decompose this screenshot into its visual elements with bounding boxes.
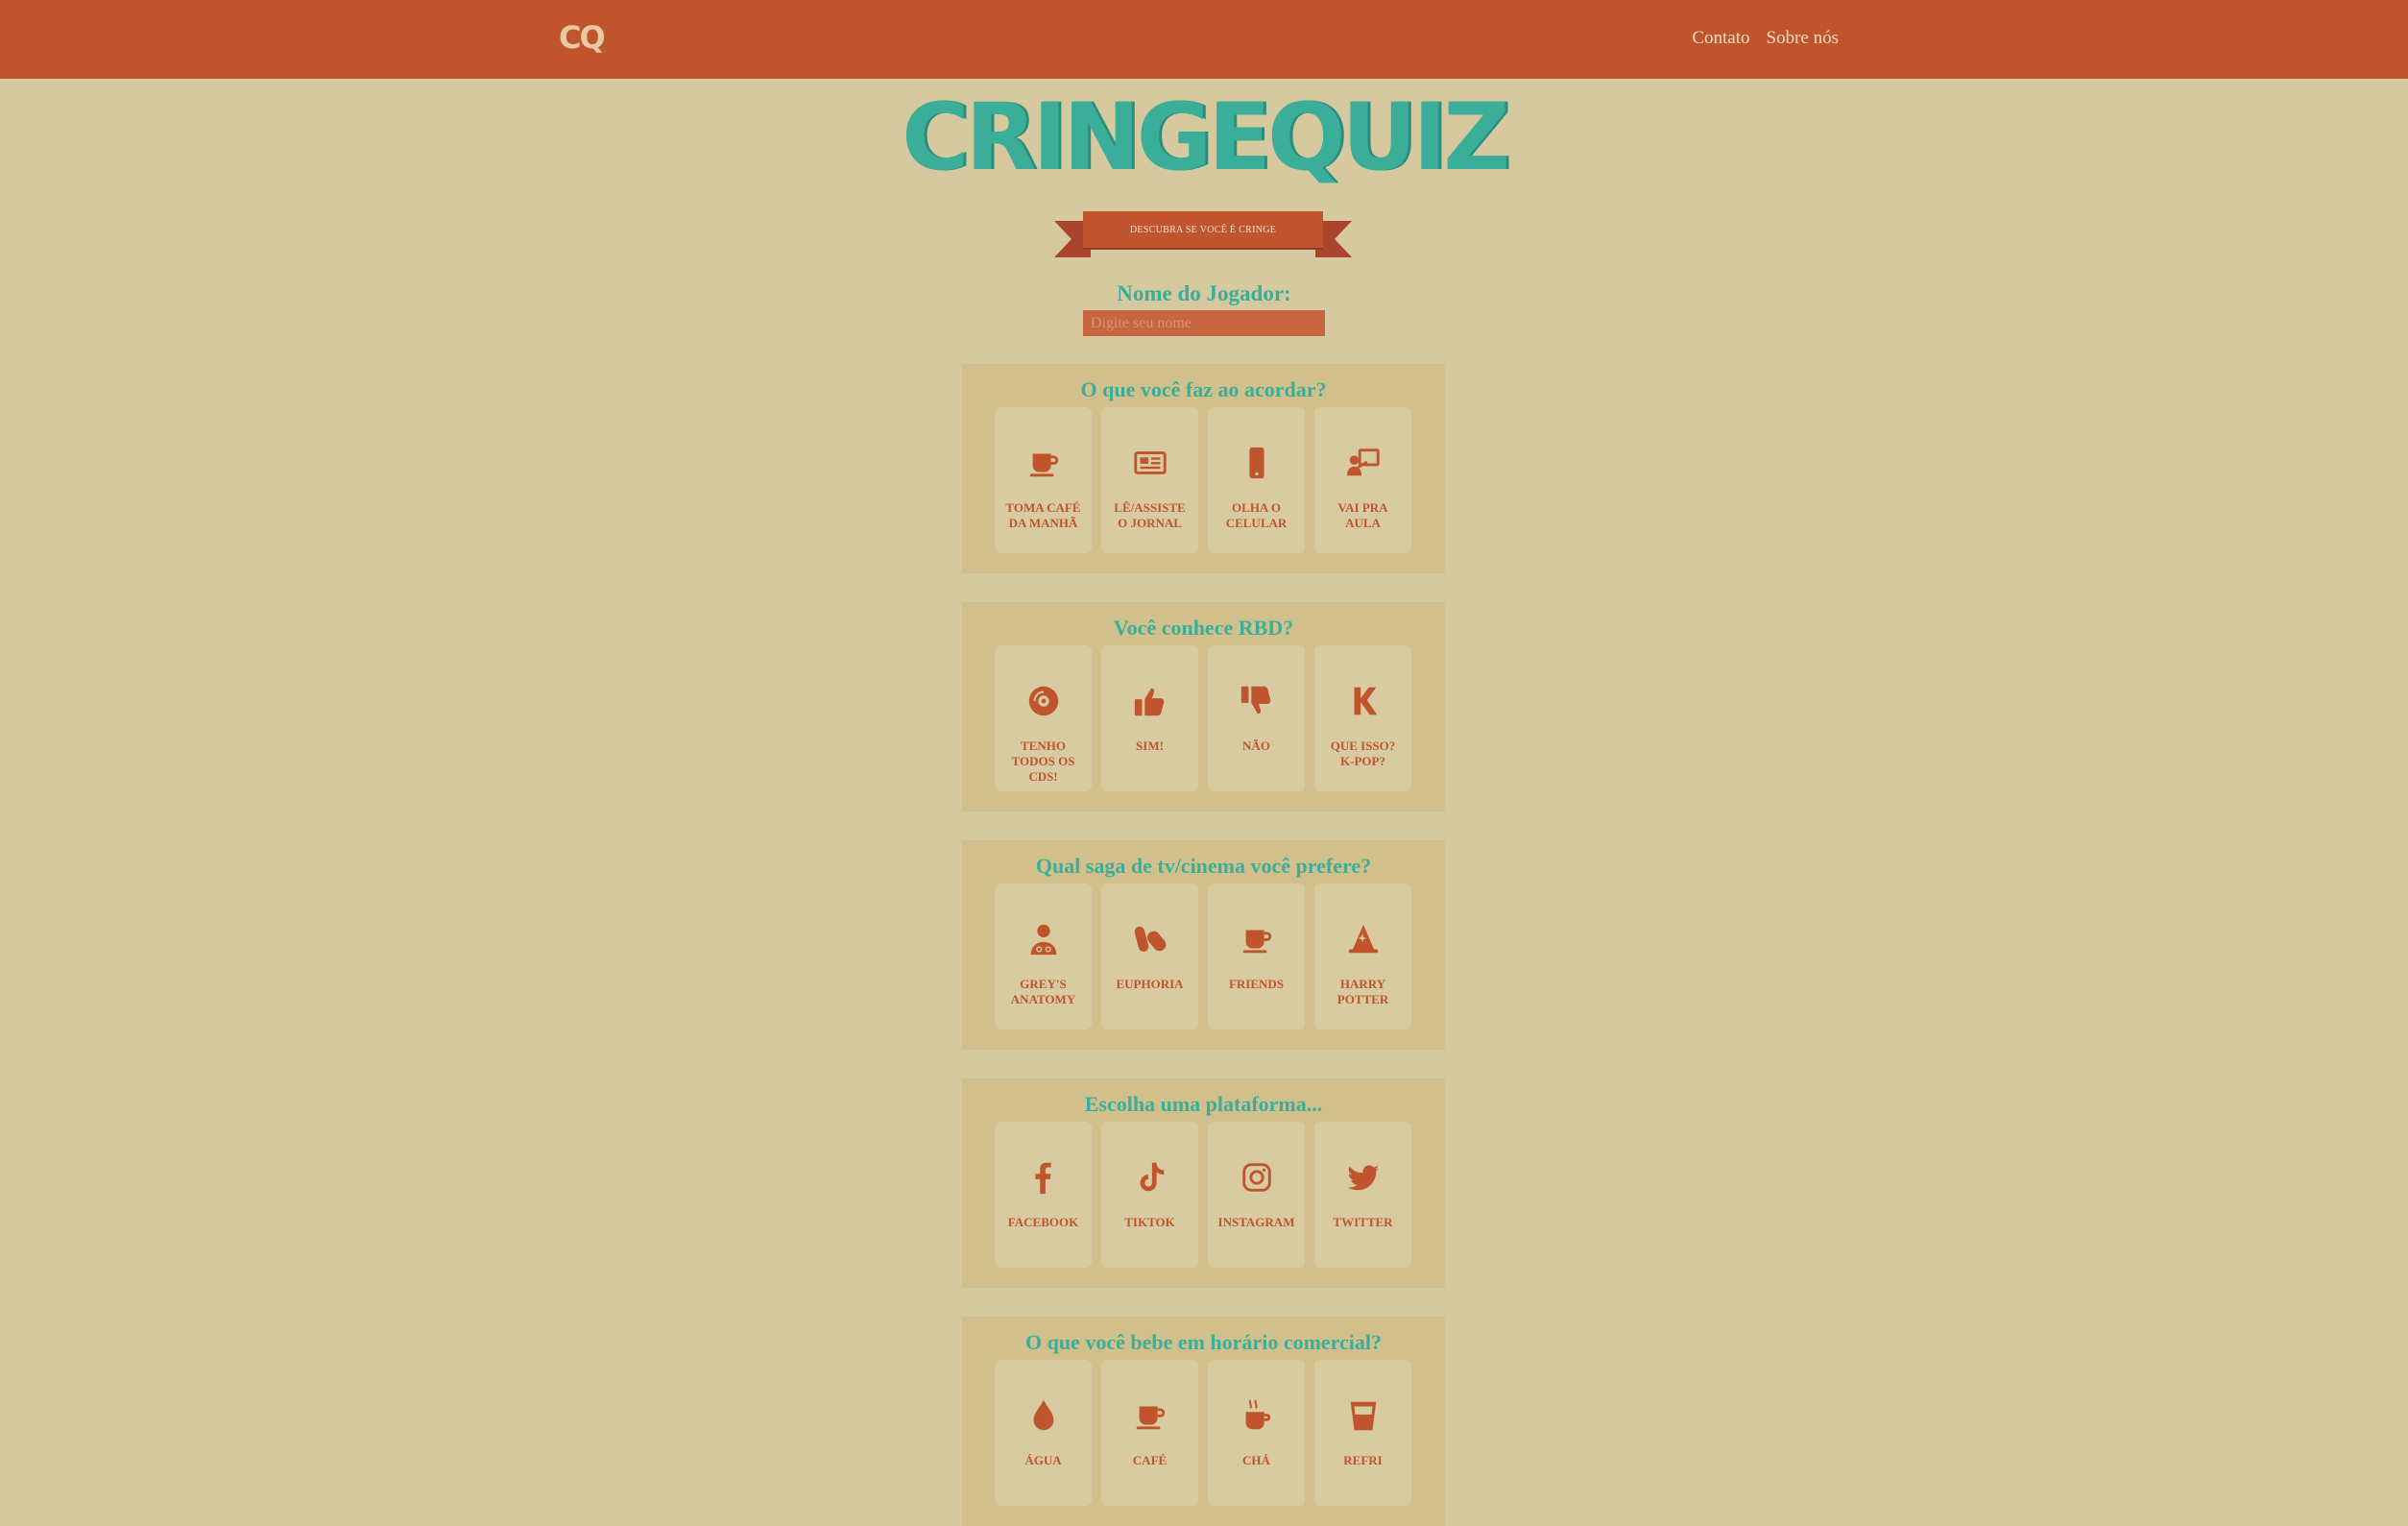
answer-option[interactable]: TOMA CAFÉ DA MANHÃ xyxy=(995,407,1092,553)
answer-option[interactable]: VAI PRA AULA xyxy=(1314,407,1411,553)
tagline-ribbon: DESCUBRA SE VOCÊ É CRINGE xyxy=(1054,209,1352,257)
answer-option-label: TOMA CAFÉ DA MANHÃ xyxy=(1005,500,1081,530)
answer-option-label: INSTAGRAM xyxy=(1217,1215,1295,1229)
answer-option-label: EUPHORIA xyxy=(1116,977,1184,991)
coffee-icon xyxy=(1101,1396,1198,1435)
answer-option[interactable]: FACEBOOK xyxy=(995,1122,1092,1268)
teacher-icon xyxy=(1314,444,1411,482)
thumbs-down-icon xyxy=(1208,682,1305,720)
doctor-icon xyxy=(995,920,1092,958)
question-card: O que você bebe em horário comercial? ÁGU… xyxy=(962,1317,1445,1526)
question-card: Escolha uma plataforma... FACEBOOK TIKTOK I… xyxy=(962,1078,1445,1288)
facebook-icon xyxy=(995,1158,1092,1197)
instagram-icon xyxy=(1208,1158,1305,1197)
answer-option[interactable]: EUPHORIA xyxy=(1101,884,1198,1029)
wizard-hat-icon xyxy=(1314,920,1411,958)
answer-option[interactable]: SIM! xyxy=(1101,645,1198,791)
hot-mug-icon xyxy=(1208,1396,1305,1435)
answer-option-label: SIM! xyxy=(1136,739,1164,753)
answer-option[interactable]: CAFÉ xyxy=(1101,1360,1198,1506)
answer-option[interactable]: REFRI xyxy=(1314,1360,1411,1506)
answer-option[interactable]: TENHO TODOS OS CDS! xyxy=(995,645,1092,791)
answer-option[interactable]: QUE ISSO? K-POP? xyxy=(1314,645,1411,791)
answer-option[interactable]: GREY'S ANATOMY xyxy=(995,884,1092,1029)
player-name-input[interactable] xyxy=(1083,310,1325,336)
answer-option[interactable]: HARRY POTTER xyxy=(1314,884,1411,1029)
twitter-icon xyxy=(1314,1158,1411,1197)
answer-option-label: ÁGUA xyxy=(1024,1453,1062,1467)
answer-option[interactable]: TIKTOK xyxy=(1101,1122,1198,1268)
pills-icon xyxy=(1101,920,1198,958)
nav-link-contato[interactable]: Contato xyxy=(1692,28,1749,49)
k-letter-icon xyxy=(1314,682,1411,720)
question-title: Você conhece RBD? xyxy=(1113,616,1294,640)
answer-option-label: OLHA O CELULAR xyxy=(1225,500,1288,530)
question-title: O que você bebe em horário comercial? xyxy=(1024,1330,1383,1354)
answer-option-label: FACEBOOK xyxy=(1007,1215,1079,1229)
phone-icon xyxy=(1208,444,1305,482)
answer-options: TOMA CAFÉ DA MANHÃ LÊ/ASSISTE O JORNAL OLH… xyxy=(995,407,1411,553)
coffee-icon xyxy=(995,444,1092,482)
answer-option-label: CAFÉ xyxy=(1132,1453,1168,1467)
thumbs-up-icon xyxy=(1101,682,1198,720)
answer-option[interactable]: ÁGUA xyxy=(995,1360,1092,1506)
player-name-label: Nome do Jogador: xyxy=(1117,281,1291,305)
answer-option-label: REFRI xyxy=(1343,1453,1383,1467)
logo[interactable]: CQ xyxy=(559,19,606,56)
compact-disc-icon xyxy=(995,682,1092,720)
water-drop-icon xyxy=(995,1396,1092,1435)
newspaper-icon xyxy=(1101,444,1198,482)
ribbon-text: DESCUBRA SE VOCÊ É CRINGE xyxy=(1083,211,1323,248)
question-title: Qual saga de tv/cinema você prefere? xyxy=(1035,854,1372,878)
answer-option-label: TENHO TODOS OS CDS! xyxy=(1011,739,1075,784)
answer-option[interactable]: NÃO xyxy=(1208,645,1305,791)
coffee-icon xyxy=(1208,920,1305,958)
brand-title: CRINGEQUIZ xyxy=(902,84,1510,191)
answer-option-label: NÃO xyxy=(1242,739,1270,753)
answer-option[interactable]: TWITTER xyxy=(1314,1122,1411,1268)
glass-icon xyxy=(1314,1396,1411,1435)
question-title: Escolha uma plataforma... xyxy=(1084,1092,1323,1116)
question-title: O que você faz ao acordar? xyxy=(1080,377,1327,401)
answer-option-label: FRIENDS xyxy=(1228,977,1285,991)
answer-option-label: LÊ/ASSISTE O JORNAL xyxy=(1114,500,1186,530)
answer-option[interactable]: LÊ/ASSISTE O JORNAL xyxy=(1101,407,1198,553)
answer-option[interactable]: INSTAGRAM xyxy=(1208,1122,1305,1268)
answer-options: FACEBOOK TIKTOK INSTAGRAM TWITTER xyxy=(995,1122,1411,1268)
answer-options: ÁGUA CAFÉ CHÁ REFRI xyxy=(995,1360,1411,1506)
answer-option-label: TIKTOK xyxy=(1124,1215,1175,1229)
answer-option-label: TWITTER xyxy=(1333,1215,1393,1229)
answer-option-label: GREY'S ANATOMY xyxy=(1010,977,1076,1006)
question-card: Você conhece RBD? TENHO TODOS OS CDS! SIM!… xyxy=(962,602,1445,811)
answer-option[interactable]: CHÁ xyxy=(1208,1360,1305,1506)
answer-option-label: VAI PRA AULA xyxy=(1337,500,1388,530)
tiktok-icon xyxy=(1101,1158,1198,1197)
top-navbar: CQ Contato Sobre nós xyxy=(0,0,2408,79)
question-card: Qual saga de tv/cinema você prefere? GREY… xyxy=(962,840,1445,1050)
answer-option-label: CHÁ xyxy=(1242,1453,1270,1467)
answer-option-label: QUE ISSO? K-POP? xyxy=(1330,739,1396,768)
answer-options: TENHO TODOS OS CDS! SIM! NÃO QUE ISSO? K-PO… xyxy=(995,645,1411,791)
answer-option[interactable]: OLHA O CELULAR xyxy=(1208,407,1305,553)
answer-option[interactable]: FRIENDS xyxy=(1208,884,1305,1029)
answer-option-label: HARRY POTTER xyxy=(1336,977,1389,1006)
nav-links: Contato Sobre nós xyxy=(1692,28,1839,49)
nav-link-sobre-nos[interactable]: Sobre nós xyxy=(1767,28,1839,49)
question-card: O que você faz ao acordar? TOMA CAFÉ DA M… xyxy=(962,364,1445,573)
answer-options: GREY'S ANATOMY EUPHORIA FRIENDS HARRY POTTE… xyxy=(995,884,1411,1029)
